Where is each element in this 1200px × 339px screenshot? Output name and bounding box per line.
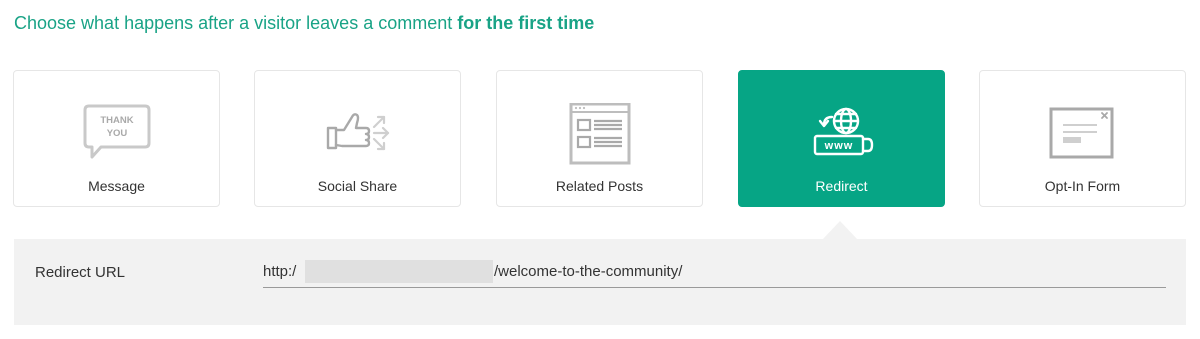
www-globe-redirect-icon: www <box>813 107 873 156</box>
url-path: /welcome-to-the-community/ <box>494 263 683 280</box>
redacted-domain <box>305 260 493 283</box>
option-redirect[interactable]: www Redirect <box>738 70 945 207</box>
redirect-url-label: Redirect URL <box>35 264 126 281</box>
option-social-share[interactable]: Social Share <box>254 70 461 207</box>
thank-you-bubble-icon: THANK YOU <box>83 104 150 159</box>
option-label-related-posts: Related Posts <box>555 178 644 194</box>
option-optin-form[interactable]: Opt-In Form <box>979 70 1186 207</box>
redirect-url-input[interactable]: http:/ /welcome-to-the-community/ <box>263 257 1166 288</box>
related-posts-page-icon <box>569 103 630 165</box>
svg-text:THANK: THANK <box>100 115 133 126</box>
heading-text: Choose what happens after a visitor leav… <box>14 13 458 33</box>
selected-option-pointer <box>823 221 857 239</box>
option-label-message: Message <box>88 178 145 194</box>
optin-form-window-icon <box>1049 107 1113 159</box>
option-label-redirect: Redirect <box>815 178 868 194</box>
comment-action-settings: Choose what happens after a visitor leav… <box>0 0 1200 339</box>
svg-text:www: www <box>823 140 853 152</box>
option-label-social-share: Social Share <box>317 178 398 194</box>
option-label-optin-form: Opt-In Form <box>1044 178 1121 194</box>
url-prefix: http:/ <box>263 263 297 280</box>
heading-emphasis: for the first time <box>457 13 595 33</box>
option-message[interactable]: THANK YOU Message <box>13 70 220 207</box>
redirect-settings-panel: Redirect URL http:/ /welcome-to-the-comm… <box>14 239 1186 325</box>
option-related-posts[interactable]: Related Posts <box>496 70 703 207</box>
section-heading: Choose what happens after a visitor leav… <box>14 13 594 34</box>
svg-text:YOU: YOU <box>106 128 127 139</box>
thumbs-up-share-icon <box>326 113 389 151</box>
